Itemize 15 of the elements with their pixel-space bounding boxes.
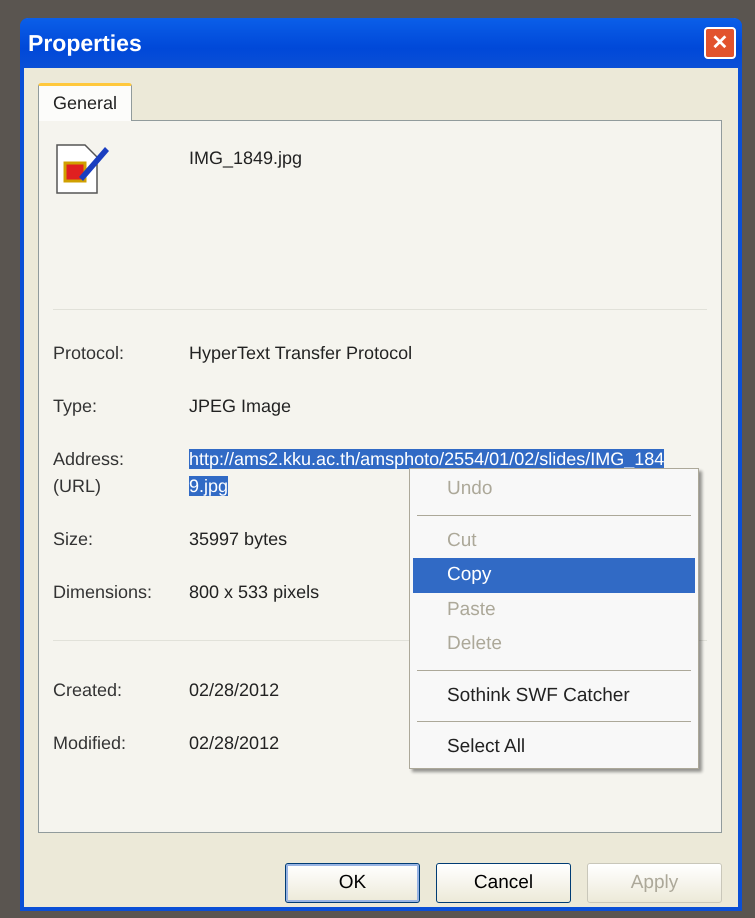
field-label: Created:	[53, 679, 124, 702]
field-label: Modified:	[53, 732, 128, 755]
field-label: Protocol:	[53, 342, 126, 365]
field-label: Dimensions:	[53, 581, 154, 604]
field-value: 02/28/2012	[189, 732, 280, 755]
field-label: Type:	[53, 395, 98, 418]
field-value: 35997 bytes	[189, 529, 288, 549]
field-value: 02/28/2012	[189, 679, 280, 702]
field-label: Size:	[53, 528, 94, 551]
file-name: IMG_1849.jpg	[189, 147, 302, 170]
field-value: 800 x 533 pixels	[189, 582, 320, 602]
field-value: JPEG Image	[189, 396, 292, 416]
field-label: Address: (URL)	[53, 448, 126, 498]
field-value: HyperText Transfer Protocol	[189, 343, 412, 363]
window-title: Properties	[28, 28, 142, 58]
